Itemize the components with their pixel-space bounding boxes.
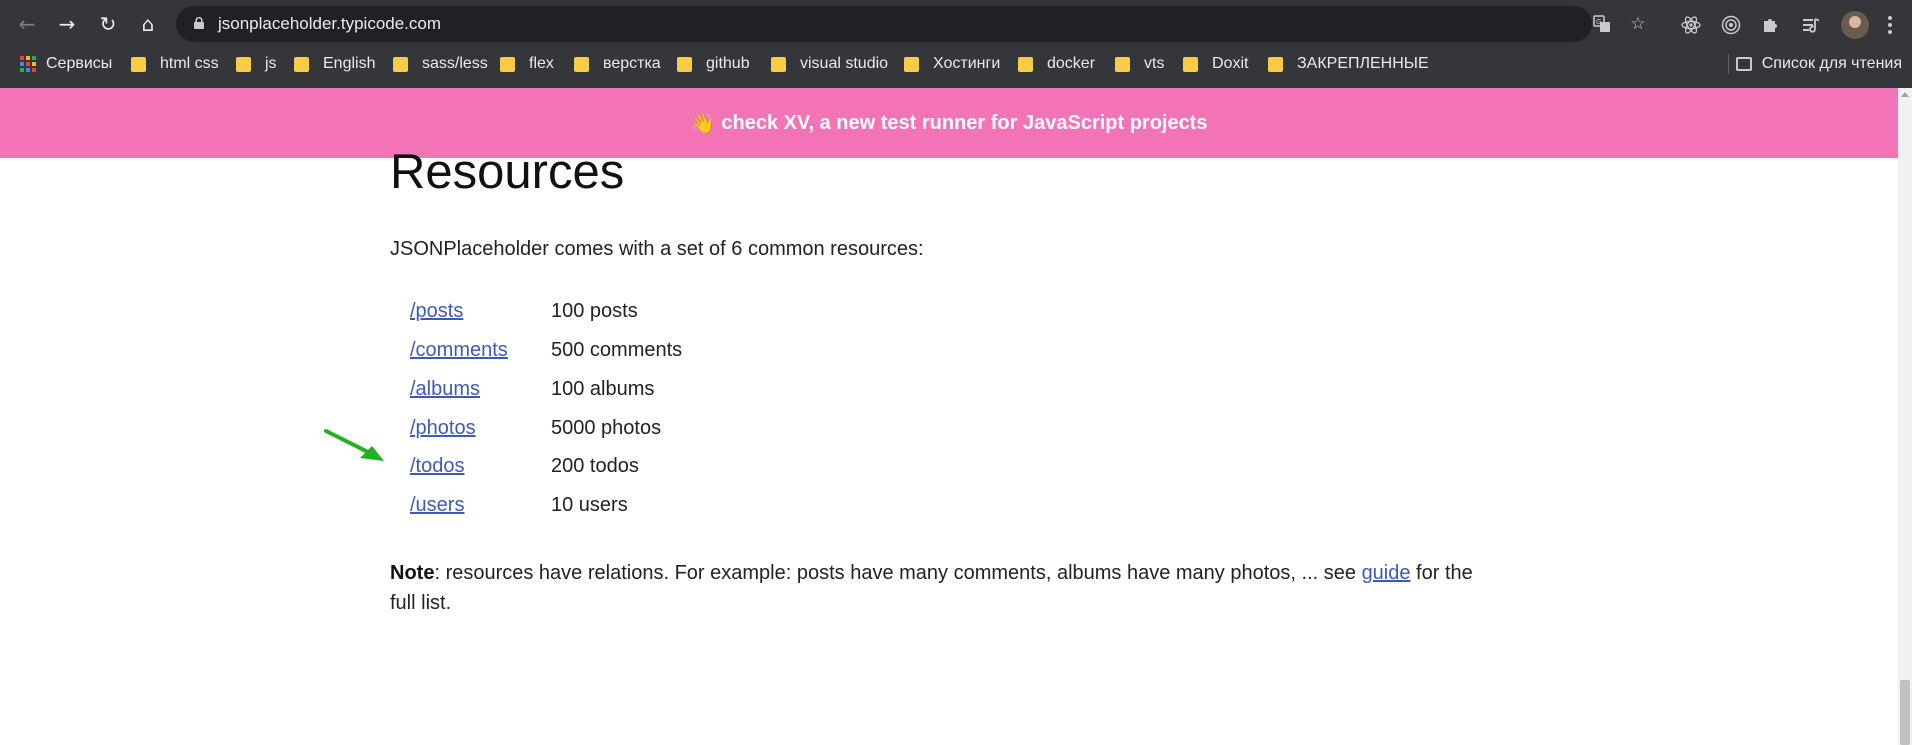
folder-icon [294,56,309,72]
folder-icon [1183,56,1198,72]
scroll-up-arrow-icon[interactable] [1901,92,1909,97]
waving-hand-icon: 👋 [690,111,716,135]
resource-count: 200 todos [551,454,639,477]
bookmark-folder[interactable]: Doxit [1183,48,1248,80]
star-icon[interactable]: ☆ [1626,12,1650,36]
resource-count: 5000 photos [551,416,662,439]
bookmark-label: visual studio [800,55,889,72]
folder-icon [904,56,919,72]
browser-toolbar: ← → ↻ ⌂ jsonplaceholder.typicode.com G ☆ [0,0,1912,48]
resource-link-todos[interactable]: /todos [410,455,551,478]
bookmark-label: vts [1144,55,1165,72]
bookmark-apps[interactable]: Сервисы [20,48,112,80]
folder-icon [574,56,589,72]
bookmark-folder[interactable]: visual studio [771,48,888,80]
resource-count: 100 albums [551,377,655,400]
bookmark-folder[interactable]: ЗАКРЕПЛЕННЫЕ [1268,48,1429,80]
bookmark-label: верстка [603,55,661,72]
svg-text:G: G [1596,18,1601,26]
resource-row: /comments 500 comments [410,335,682,365]
promo-banner[interactable]: 👋 check XV, a new test runner for JavaSc… [0,88,1898,158]
folder-icon [677,56,692,72]
url-text[interactable]: jsonplaceholder.typicode.com [218,6,441,42]
bookmarks-bar: Сервисы html css js English sass/less fl… [0,48,1912,88]
folder-icon [500,56,515,72]
bookmark-folder[interactable]: flex [500,48,554,80]
bookmark-folder[interactable]: html css [131,48,219,80]
scrollbar[interactable] [1898,88,1912,745]
annotation-arrow-icon [324,429,384,461]
folder-icon [771,56,786,72]
bookmark-label: js [265,55,277,72]
bookmark-folder[interactable]: docker [1018,48,1095,80]
resource-row: /photos 5000 photos [410,413,661,443]
resource-link-users[interactable]: /users [410,494,551,517]
bookmark-label: English [323,55,376,72]
reading-list-icon [1735,57,1752,71]
note-label: Note [390,562,435,584]
guide-link[interactable]: guide [1362,562,1411,584]
bookmark-label: sass/less [422,55,488,72]
translate-icon[interactable]: G [1590,12,1614,36]
apps-grid-icon [20,56,36,72]
bookmark-label: Сервисы [46,55,113,72]
menu-dots-icon[interactable] [1880,12,1900,38]
resource-link-albums[interactable]: /albums [410,378,551,401]
bookmark-folder[interactable]: sass/less [393,48,488,80]
bookmark-folder[interactable]: верстка [574,48,661,80]
resource-count: 100 posts [551,299,638,322]
back-arrow-icon[interactable]: ← [13,10,41,38]
resource-count: 10 users [551,493,628,516]
bookmarks-divider [1728,54,1729,74]
folder-icon [1268,56,1283,72]
media-control-icon[interactable] [1798,12,1824,38]
banner-text[interactable]: check XV, a new test runner for JavaScri… [721,112,1207,135]
bookmark-label: github [706,55,750,72]
intro-text: JSONPlaceholder comes with a set of 6 co… [390,238,924,260]
folder-icon [393,56,408,72]
folder-icon [1018,56,1033,72]
avatar[interactable] [1841,11,1869,39]
address-bar[interactable]: jsonplaceholder.typicode.com G ☆ [176,6,1646,42]
note-paragraph: Note: resources have relations. For exam… [390,558,1500,618]
page-title: Resources [390,145,625,199]
puzzle-icon[interactable] [1758,12,1784,38]
folder-icon [131,56,146,72]
forward-arrow-icon[interactable]: → [53,10,81,38]
folder-icon [1115,56,1130,72]
lock-icon[interactable] [194,17,204,29]
resource-link-comments[interactable]: /comments [410,339,551,362]
reading-list-label: Список для чтения [1761,55,1902,72]
resource-row: /todos 200 todos [410,451,639,481]
bookmark-folder[interactable]: js [236,48,277,80]
home-icon[interactable]: ⌂ [134,10,162,38]
resource-row: /posts 100 posts [410,296,638,326]
resource-row: /users 10 users [410,490,628,520]
note-text: : resources have relations. For example:… [434,562,1362,584]
scrollbar-thumb[interactable] [1900,680,1910,745]
bookmark-folder[interactable]: English [294,48,375,80]
bookmark-folder[interactable]: github [677,48,750,80]
bookmark-label: Хостинги [933,55,1001,72]
bookmark-label: ЗАКРЕПЛЕННЫЕ [1297,55,1429,72]
bookmark-label: html css [160,55,219,72]
resource-count: 500 comments [551,338,683,361]
target-icon[interactable] [1718,12,1744,38]
reload-icon[interactable]: ↻ [94,10,122,38]
react-icon[interactable] [1678,12,1704,38]
resource-row: /albums 100 albums [410,374,654,404]
reading-list-button[interactable]: Список для чтения [1735,48,1902,80]
bookmark-label: Doxit [1212,55,1249,72]
bookmark-label: flex [529,55,554,72]
resource-link-posts[interactable]: /posts [410,300,551,323]
bookmark-folder[interactable]: vts [1115,48,1164,80]
bookmark-folder[interactable]: Хостинги [904,48,1000,80]
resource-link-photos[interactable]: /photos [410,417,551,440]
bookmark-label: docker [1047,55,1096,72]
folder-icon [236,56,251,72]
